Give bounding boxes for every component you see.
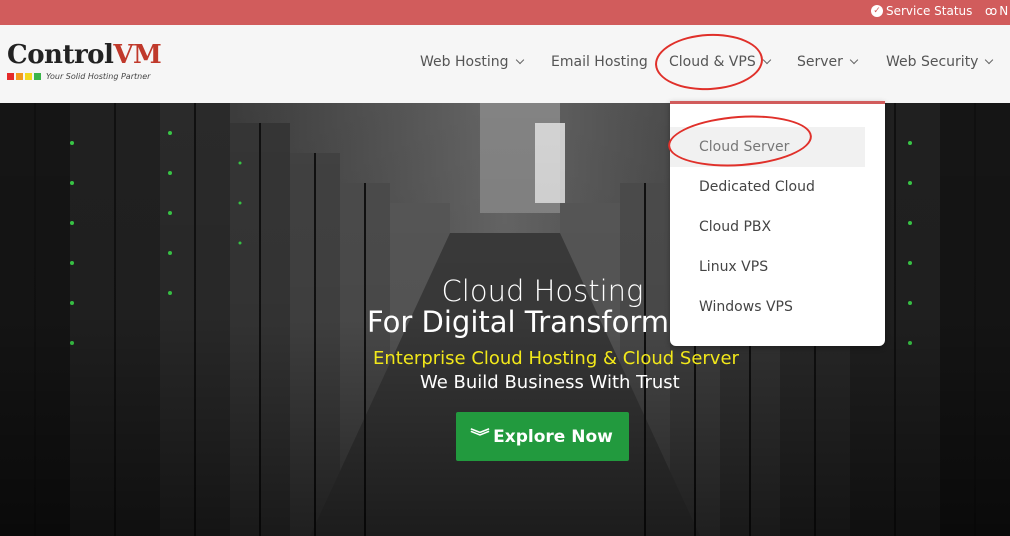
service-status-link[interactable]: ✓ Service Status (871, 4, 972, 18)
nav-cloud-vps[interactable]: Cloud & VPS (669, 54, 771, 70)
logo[interactable]: ControlVM Your Solid Hosting Partner (7, 40, 167, 90)
chevron-down-icon (849, 55, 859, 65)
cloud-vps-dropdown: Cloud Server Dedicated Cloud Cloud PBX L… (670, 101, 885, 346)
logo-square-1 (7, 73, 14, 80)
dropdown-item-linux-vps[interactable]: Linux VPS (670, 247, 865, 287)
site-header: ControlVM Your Solid Hosting Partner Web… (0, 25, 1010, 103)
logo-tagline: Your Solid Hosting Partner (46, 72, 151, 81)
nav-server-label: Server (797, 54, 843, 70)
nav-email-hosting[interactable]: Email Hosting (551, 54, 648, 70)
glasses-icon: ꝏ (985, 4, 998, 18)
dropdown-item-windows-vps[interactable]: Windows VPS (670, 287, 865, 327)
nav-web-security-label: Web Security (886, 54, 979, 70)
check-circle-icon: ✓ (871, 5, 883, 17)
nav-web-hosting-label: Web Hosting (420, 54, 509, 70)
logo-wordmark: ControlVM (7, 40, 162, 70)
dropdown-item-cloud-pbx[interactable]: Cloud PBX (670, 207, 865, 247)
nav-server[interactable]: Server (797, 54, 859, 70)
service-status-label: Service Status (886, 4, 973, 18)
hero-title-line2: For Digital Transformat (367, 305, 699, 339)
nav-email-hosting-label: Email Hosting (551, 54, 648, 70)
logo-square-4 (34, 73, 41, 80)
chevron-down-icon (762, 55, 771, 65)
dropdown-item-cloud-server[interactable]: Cloud Server (670, 127, 865, 167)
logo-square-2 (16, 73, 23, 80)
logo-square-3 (25, 73, 32, 80)
explore-now-label: Explore Now (493, 426, 613, 447)
nav-web-security[interactable]: Web Security (886, 54, 994, 70)
partial-topbar-label: N (999, 4, 1009, 18)
hero-subtitle: Enterprise Cloud Hosting & Cloud Server (373, 348, 739, 369)
nav-web-hosting[interactable]: Web Hosting (420, 54, 524, 70)
nav-cloud-vps-label: Cloud & VPS (669, 54, 756, 70)
dropdown-item-dedicated-cloud[interactable]: Dedicated Cloud (670, 167, 865, 207)
hero-tagline: We Build Business With Trust (420, 372, 680, 393)
double-chevron-down-icon: ︾ (470, 426, 490, 446)
chevron-down-icon (515, 55, 524, 65)
partial-topbar-link[interactable]: ꝏ N (985, 4, 1008, 18)
top-bar: ✓ Service Status ꝏ N (0, 0, 1010, 25)
chevron-down-icon (985, 55, 994, 65)
logo-tagline-row: Your Solid Hosting Partner (7, 72, 167, 81)
explore-now-button[interactable]: ︾ Explore Now (456, 412, 629, 461)
